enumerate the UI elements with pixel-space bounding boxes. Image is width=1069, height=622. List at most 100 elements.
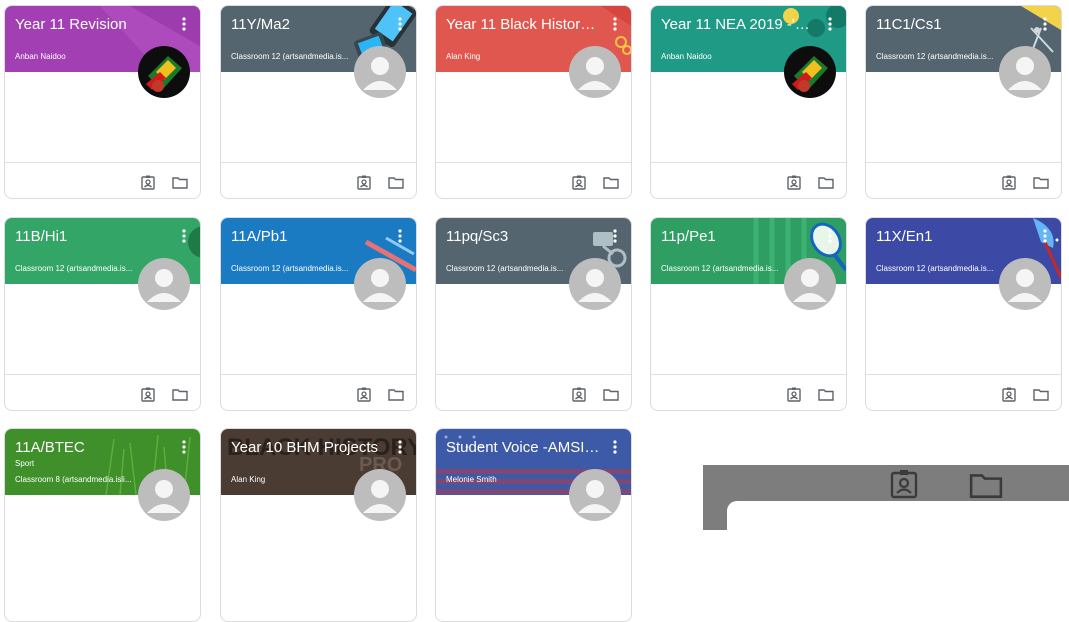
assignment-ind-icon[interactable] [140,174,156,190]
assignment-ind-icon[interactable] [1001,386,1017,402]
card-divider [5,162,200,163]
account-circle-icon [999,258,1051,310]
class-section: Classroom 12 (artsandmedia.is... [231,264,349,273]
class-card[interactable]: Year 11 NEA 2019 -'20... Anban Naidoo [650,5,847,199]
account-circle-icon [138,258,190,310]
class-title[interactable]: 11Y/Ma2 [231,16,381,33]
class-title[interactable]: 11C1/Cs1 [876,16,1026,33]
more-vert-icon[interactable] [820,14,840,34]
account-circle-icon [354,258,406,310]
account-circle-icon [784,258,836,310]
folder-icon[interactable] [818,174,834,190]
account-circle-icon [138,469,190,521]
card-divider [866,374,1061,375]
folder-icon[interactable] [603,386,619,402]
more-vert-icon[interactable] [174,437,194,457]
card-divider [651,374,846,375]
account-circle-icon [569,46,621,98]
overlay-panel [727,501,1069,530]
class-section: Classroom 12 (artsandmedia.is... [876,52,994,61]
class-section: Sport [15,459,35,468]
class-title[interactable]: 11X/En1 [876,228,1026,245]
assignment-ind-icon[interactable] [571,386,587,402]
card-divider [436,162,631,163]
more-vert-icon[interactable] [174,226,194,246]
account-circle-icon [569,469,621,521]
class-title[interactable]: Year 11 NEA 2019 -'20... [661,16,811,33]
assignment-ind-icon[interactable] [356,174,372,190]
class-card[interactable]: 11pq/Sc3 Classroom 12 (artsandmedia.is..… [435,217,632,411]
more-vert-icon[interactable] [390,14,410,34]
class-card[interactable]: Year 11 Black History ... Alan King [435,5,632,199]
folder-icon[interactable] [388,174,404,190]
assignment-ind-icon[interactable] [786,174,802,190]
more-vert-icon[interactable] [605,14,625,34]
class-card[interactable]: 11p/Pe1 Classroom 12 (artsandmedia.is... [650,217,847,411]
class-card[interactable]: 11Y/Ma2 Classroom 12 (artsandmedia.is... [220,5,417,199]
class-card[interactable]: 11B/Hi1 Classroom 12 (artsandmedia.is... [4,217,201,411]
class-card[interactable]: 11C1/Cs1 Classroom 12 (artsandmedia.is..… [865,5,1062,199]
account-circle-icon [354,46,406,98]
class-title[interactable]: Year 10 BHM Projects [231,439,386,456]
folder-icon[interactable] [388,386,404,402]
class-teacher: Alan King [231,475,266,484]
class-teacher: Alan King [446,52,481,61]
class-teacher: Melonie Smith [446,475,497,484]
teacher-avatar [784,46,836,98]
folder-icon[interactable] [1033,386,1049,402]
folder-icon[interactable] [172,174,188,190]
card-divider [866,162,1061,163]
class-title[interactable]: 11A/BTEC [15,439,165,456]
card-divider [5,374,200,375]
class-card[interactable]: Student Voice -AMSI ... Melonie Smith [435,428,632,622]
assignment-ind-icon[interactable] [140,386,156,402]
class-section: Classroom 12 (artsandmedia.is... [231,52,349,61]
more-vert-icon[interactable] [1035,14,1055,34]
class-card[interactable]: 11X/En1 Classroom 12 (artsandmedia.is... [865,217,1062,411]
class-card[interactable]: Year 11 Revision Anban Naidoo [4,5,201,199]
class-section: Classroom 12 (artsandmedia.is... [876,264,994,273]
assignment-ind-icon[interactable] [1001,174,1017,190]
folder-icon [969,471,1003,504]
card-divider [221,162,416,163]
assignment-ind-icon[interactable] [571,174,587,190]
class-title[interactable]: Student Voice -AMSI ... [446,439,601,456]
class-section: Classroom 12 (artsandmedia.is... [446,264,564,273]
account-circle-icon [569,258,621,310]
folder-icon[interactable] [818,386,834,402]
class-title[interactable]: 11p/Pe1 [661,228,811,245]
class-card[interactable]: BLACK HISTORY PRO Year 10 BHM Projects A… [220,428,417,622]
zoom-overlay [703,465,1069,530]
class-section: Classroom 12 (artsandmedia.is... [661,264,779,273]
teacher-avatar [138,46,190,98]
class-teacher: Anban Naidoo [15,52,66,61]
folder-icon[interactable] [1033,174,1049,190]
class-card[interactable]: 11A/BTEC Sport Classroom 8 (artsandmedia… [4,428,201,622]
account-circle-icon [354,469,406,521]
more-vert-icon[interactable] [390,226,410,246]
more-vert-icon[interactable] [605,226,625,246]
card-divider [436,374,631,375]
assignment-ind-icon [889,469,919,504]
folder-icon[interactable] [603,174,619,190]
class-title[interactable]: Year 11 Revision [15,16,165,33]
class-title[interactable]: Year 11 Black History ... [446,16,596,33]
more-vert-icon[interactable] [605,437,625,457]
class-section: Classroom 12 (artsandmedia.is... [15,264,133,273]
class-title[interactable]: 11pq/Sc3 [446,228,596,245]
class-title[interactable]: 11B/Hi1 [15,228,165,245]
class-teacher: Anban Naidoo [661,52,712,61]
account-circle-icon [999,46,1051,98]
assignment-ind-icon[interactable] [356,386,372,402]
assignment-ind-icon[interactable] [786,386,802,402]
more-vert-icon[interactable] [390,437,410,457]
class-title[interactable]: 11A/Pb1 [231,228,381,245]
more-vert-icon[interactable] [820,226,840,246]
card-divider [221,374,416,375]
more-vert-icon[interactable] [174,14,194,34]
folder-icon[interactable] [172,386,188,402]
class-room: Classroom 8 (artsandmedia.isli... [15,475,132,484]
card-divider [651,162,846,163]
class-card[interactable]: 11A/Pb1 Classroom 12 (artsandmedia.is... [220,217,417,411]
more-vert-icon[interactable] [1035,226,1055,246]
